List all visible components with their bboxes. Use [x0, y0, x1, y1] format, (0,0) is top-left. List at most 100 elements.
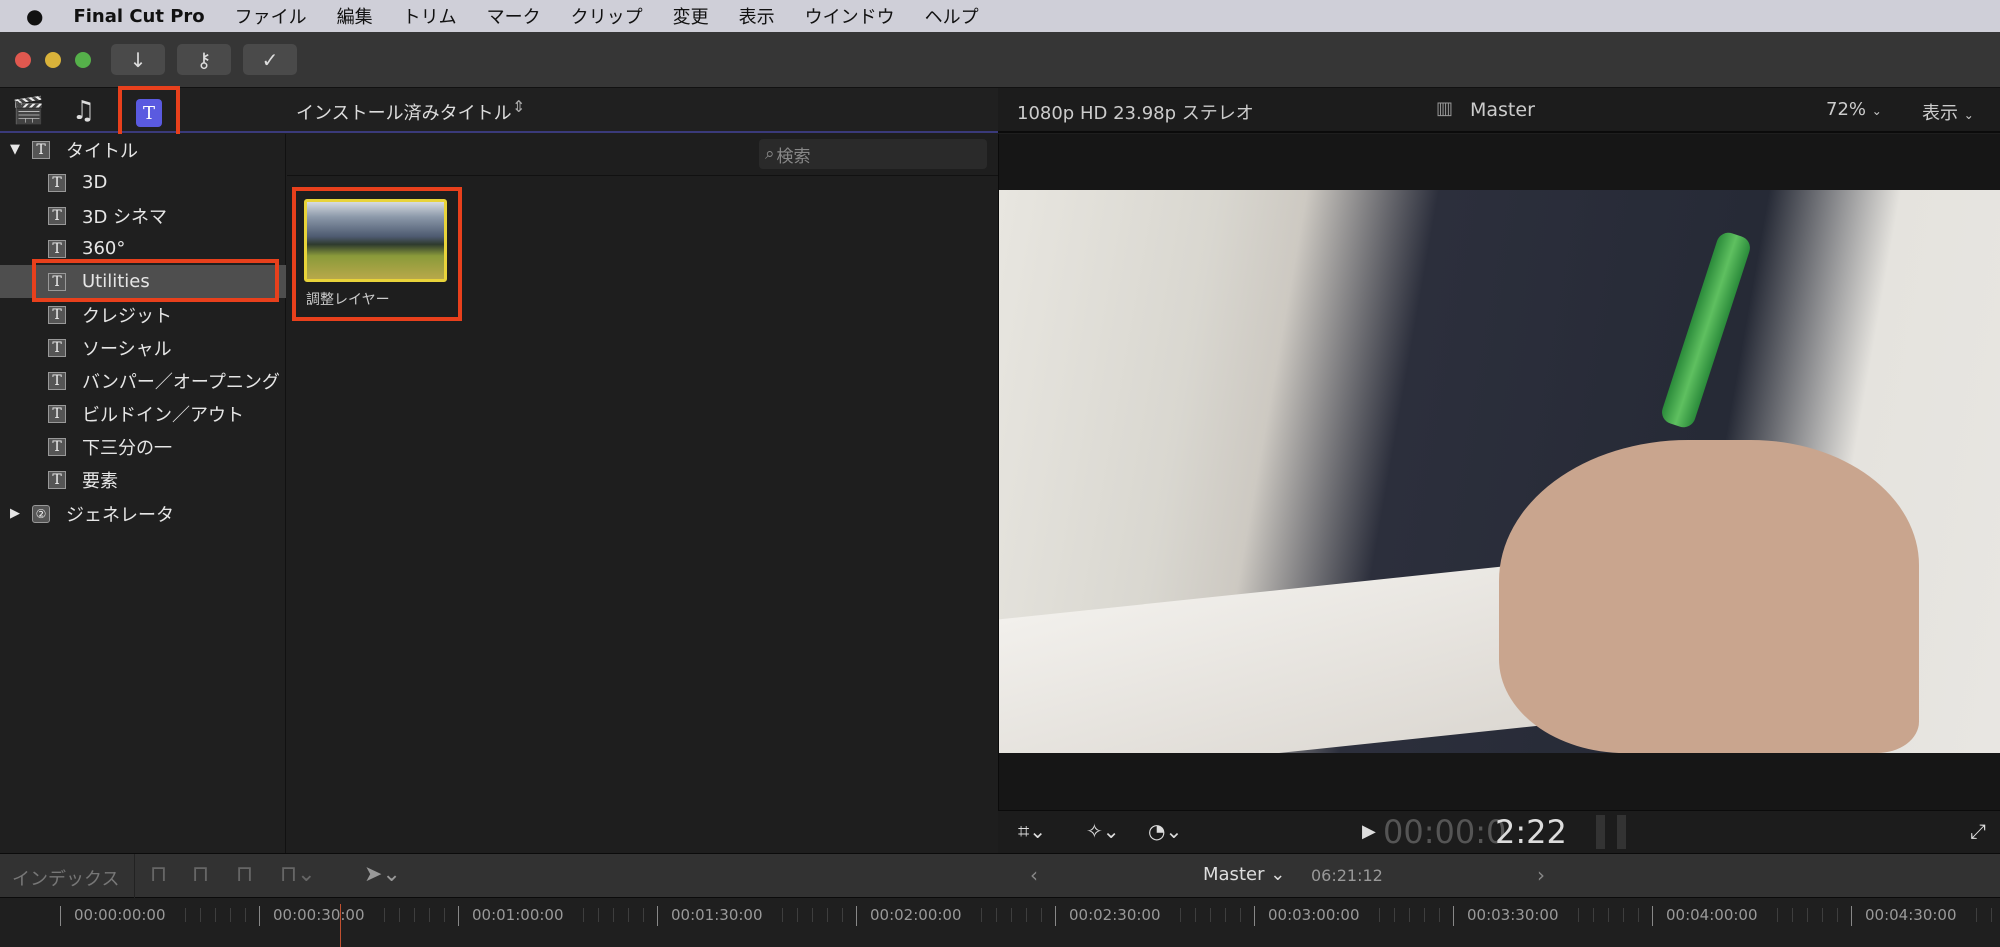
ruler-minor-tick: [245, 908, 246, 922]
ruler-minor-tick: [613, 908, 614, 922]
sidebar-item[interactable]: T 3D: [0, 166, 286, 199]
title-icon: T: [32, 140, 50, 159]
fullscreen-icon[interactable]: ⤢: [1970, 819, 1986, 843]
apple-icon[interactable]: ●: [26, 4, 43, 28]
timecode: 2:22: [1495, 813, 1567, 851]
sidebar-item-label: バンパー／オープニング: [82, 371, 280, 393]
sidebar-item[interactable]: T クレジット: [0, 298, 286, 331]
ruler-minor-tick: [1837, 908, 1838, 922]
ruler-minor-tick: [1822, 908, 1823, 922]
playhead[interactable]: [340, 904, 341, 947]
close-button[interactable]: [15, 52, 31, 68]
zoom-button[interactable]: [75, 52, 91, 68]
magic-wand-icon[interactable]: ✧⌄: [1086, 819, 1120, 843]
ruler-minor-tick: [1225, 908, 1226, 922]
menu-file[interactable]: ファイル: [235, 3, 307, 29]
ruler-minor-tick: [1608, 908, 1609, 922]
menu-help[interactable]: ヘルプ: [925, 3, 979, 29]
sidebar-item-generators[interactable]: ▶ ② ジェネレータ: [0, 497, 286, 530]
insert-clip-icon[interactable]: ⊓: [192, 862, 209, 887]
menu-window[interactable]: ウインドウ: [805, 3, 895, 29]
play-icon[interactable]: ▶: [1362, 821, 1376, 842]
chevron-down-icon: ⌄: [1871, 104, 1882, 118]
ruler-label: 00:03:00:00: [1268, 906, 1360, 924]
connect-clip-icon[interactable]: ⊓: [150, 862, 167, 887]
updown-chevron-icon[interactable]: ⇕: [512, 97, 525, 116]
menu-edit[interactable]: 編集: [337, 3, 373, 29]
ruler-minor-tick: [1394, 908, 1395, 922]
menu-mark[interactable]: マーク: [487, 3, 541, 29]
title-icon: T: [48, 404, 66, 423]
ruler-label: 00:03:30:00: [1467, 906, 1559, 924]
browser-title[interactable]: インストール済みタイトル: [296, 99, 512, 125]
photos-music-icon[interactable]: ♫: [72, 96, 95, 126]
forward-history-icon[interactable]: ›: [1537, 863, 1545, 887]
view-menu[interactable]: 表示 ⌄: [1922, 99, 1974, 125]
sidebar-item-label: ビルドイン／アウト: [82, 404, 244, 426]
sidebar-item[interactable]: T 3D シネマ: [0, 199, 286, 232]
keywords-button[interactable]: ⚷: [177, 44, 231, 75]
disclosure-open-icon[interactable]: ▼: [10, 142, 20, 157]
disclosure-closed-icon[interactable]: ▶: [10, 506, 20, 521]
zoom-menu[interactable]: 72% ⌄: [1826, 99, 1882, 120]
ruler-minor-tick: [429, 908, 430, 922]
chevron-down-icon: ⌄: [1963, 108, 1974, 122]
title-icon: T: [48, 470, 66, 489]
crop-transform-icon[interactable]: ⌗⌄: [1018, 819, 1046, 843]
sidebar-item-label: 3D シネマ: [82, 206, 168, 228]
index-button[interactable]: インデックス: [12, 865, 119, 891]
project-name: Master: [1470, 99, 1535, 121]
background-tasks-button[interactable]: ✓: [243, 44, 297, 75]
select-tool-icon[interactable]: ➤⌄: [364, 862, 401, 887]
ruler-label: 00:02:00:00: [870, 906, 962, 924]
menu-modify[interactable]: 変更: [673, 3, 709, 29]
video-frame[interactable]: [999, 190, 2000, 753]
ruler-minor-tick: [1409, 908, 1410, 922]
sidebar-item[interactable]: T 下三分の一: [0, 430, 286, 463]
ruler-minor-tick: [1240, 908, 1241, 922]
ruler-minor-tick: [1976, 908, 1977, 922]
title-icon: T: [48, 437, 66, 456]
menu-clip[interactable]: クリップ: [571, 3, 643, 29]
ruler-minor-tick: [1807, 908, 1808, 922]
menu-view[interactable]: 表示: [739, 3, 775, 29]
highlight-box-utilities: [32, 259, 279, 302]
highlight-box-titles-tab: [118, 86, 180, 138]
timeline-project-menu[interactable]: Master ⌄: [1203, 864, 1285, 885]
sidebar-item-label: 3D: [82, 172, 108, 193]
import-button[interactable]: ↓: [111, 44, 165, 75]
menu-trim[interactable]: トリム: [403, 3, 457, 29]
ruler-minor-tick: [1026, 908, 1027, 922]
sidebar-item[interactable]: T 要素: [0, 463, 286, 496]
back-history-icon[interactable]: ‹: [1030, 863, 1038, 887]
ruler-minor-tick: [782, 908, 783, 922]
ruler-major-tick: [1851, 906, 1852, 926]
sidebar-item[interactable]: T ソーシャル: [0, 331, 286, 364]
append-clip-icon[interactable]: ⊓: [236, 862, 253, 887]
sidebar-item-label: タイトル: [66, 140, 138, 162]
checkmark-circle-icon: ✓: [261, 47, 279, 72]
ruler-major-tick: [60, 906, 61, 926]
sidebar-item-label: クレジット: [82, 305, 172, 327]
minimize-button[interactable]: [45, 52, 61, 68]
menu-app[interactable]: Final Cut Pro: [73, 6, 204, 27]
menu-bar: ● Final Cut Pro ファイル 編集 トリム マーク クリップ 変更 …: [0, 0, 2000, 32]
download-arrow-icon: ↓: [129, 47, 147, 72]
clapper-star-icon[interactable]: 🎬: [12, 96, 44, 126]
search-input[interactable]: ⌕ 検索: [759, 139, 987, 169]
film-icon: ▥: [1436, 98, 1454, 119]
hand-image: [1499, 440, 1919, 753]
speed-gauge-icon[interactable]: ◔⌄: [1148, 819, 1182, 843]
ruler-minor-tick: [583, 908, 584, 922]
overwrite-clip-icon[interactable]: ⊓⌄: [280, 862, 316, 887]
ruler-minor-tick: [598, 908, 599, 922]
ruler-minor-tick: [842, 908, 843, 922]
sidebar-item[interactable]: T バンパー／オープニング: [0, 364, 286, 397]
ruler-minor-tick: [1195, 908, 1196, 922]
title-icon: T: [48, 173, 66, 192]
sidebar-item-titles[interactable]: ▼ T タイトル: [0, 133, 286, 166]
sidebar-item-label: 要素: [82, 470, 118, 492]
ruler-minor-tick: [827, 908, 828, 922]
ruler-major-tick: [1055, 906, 1056, 926]
sidebar-item[interactable]: T ビルドイン／アウト: [0, 397, 286, 430]
